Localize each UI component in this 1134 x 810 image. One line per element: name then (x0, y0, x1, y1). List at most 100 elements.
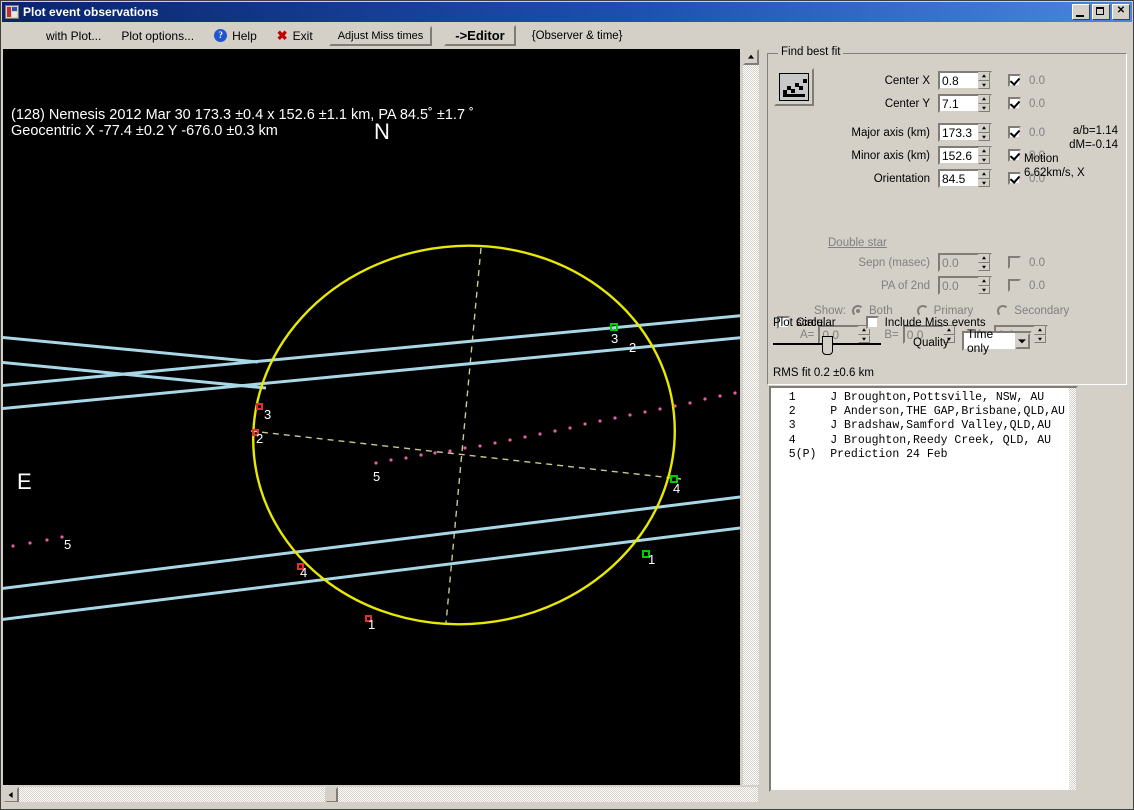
orientation-spinner[interactable] (938, 169, 992, 188)
sepn-input (940, 255, 978, 270)
center-x-spinner[interactable] (938, 71, 992, 90)
quality-label: Quality (913, 337, 949, 349)
minimize-button[interactable] (1072, 4, 1090, 20)
rms-fit-label: RMS fit 0.2 ±0.6 km (773, 367, 874, 379)
status-bar (2, 802, 1132, 808)
menu-help-label: Help (232, 28, 257, 43)
chord-label-3b: 3 (611, 331, 618, 346)
close-button[interactable]: ✕ (1112, 4, 1130, 20)
sepn-error: 0.0 (1029, 256, 1045, 269)
scroll-left-button[interactable] (3, 787, 19, 803)
maximize-button[interactable] (1092, 4, 1110, 20)
observer-time-label: {Observer & time} (531, 29, 623, 42)
plot-scale-label: Plot scale (773, 317, 823, 329)
circular-row: Circular Include Miss events (777, 312, 1117, 333)
observers-listbox[interactable]: 1 J Broughton,Pottsville, NSW, AU 2 P An… (769, 386, 1078, 792)
center-y-up[interactable] (978, 95, 990, 104)
ab-ratio: a/b=1.14 (1072, 125, 1118, 137)
app-icon (5, 5, 19, 19)
center-x-up[interactable] (978, 72, 990, 81)
find-best-fit-label: Find best fit (778, 46, 844, 58)
center-x-down[interactable] (978, 80, 990, 89)
menu-with-plot-label: with Plot... (46, 28, 102, 43)
field-center-x: Center X 0.0 (820, 70, 1120, 91)
sepn-checkbox (1008, 256, 1021, 269)
major-axis-up[interactable] (978, 124, 990, 133)
center-x-error: 0.0 (1029, 74, 1045, 87)
scroll-up-button[interactable] (743, 49, 759, 65)
menu-plot-options[interactable]: Plot options... (111, 24, 204, 48)
minor-axis-up[interactable] (978, 147, 990, 156)
major-axis-down[interactable] (978, 132, 990, 141)
chord-label-4: 4 (673, 481, 680, 496)
minor-axis-input[interactable] (940, 148, 978, 163)
field-sepn: Sepn (masec) 0.0 (780, 252, 1120, 273)
minor-axis-label: Minor axis (km) (851, 149, 930, 162)
minor-axis-down[interactable] (978, 155, 990, 164)
chord-label-2: 2 (256, 431, 263, 446)
menu-exit-label: Exit (292, 28, 313, 43)
plot-area-wrapper: (128) Nemesis 2012 Mar 30 173.3 ±0.4 x 1… (3, 49, 759, 789)
major-axis-checkbox[interactable] (1008, 126, 1021, 139)
chord-label-4b: 4 (300, 565, 307, 580)
major-axis-input[interactable] (940, 125, 978, 140)
occultation-plot[interactable]: (128) Nemesis 2012 Mar 30 173.3 ±0.4 x 1… (3, 49, 740, 785)
editor-button[interactable]: ->Editor (444, 25, 516, 46)
center-x-checkbox[interactable] (1008, 74, 1021, 87)
center-x-label: Center X (884, 74, 930, 87)
orientation-label: Orientation (873, 172, 930, 185)
double-star-title: Double star (828, 237, 887, 249)
plot-canvas: (128) Nemesis 2012 Mar 30 173.3 ±0.4 x 1… (3, 107, 740, 632)
pa-of-2nd-error: 0.0 (1029, 279, 1045, 292)
major-axis-label: Major axis (km) (851, 126, 930, 139)
east-label: E (17, 469, 32, 494)
center-y-checkbox[interactable] (1008, 97, 1021, 110)
center-y-error: 0.0 (1029, 97, 1045, 110)
menu-help[interactable]: ? Help (204, 24, 267, 48)
application-window: Plot event observations ✕ with Plot... P… (0, 0, 1134, 810)
north-label: N (374, 119, 390, 144)
plot-vertical-scrollbar[interactable] (742, 49, 759, 785)
sepn-spinner (938, 253, 992, 272)
minor-axis-spinner[interactable] (938, 146, 992, 165)
center-y-down[interactable] (978, 103, 990, 112)
include-miss-events-checkbox[interactable] (865, 316, 879, 329)
plot-fit-icon (779, 73, 809, 101)
horizontal-scroll-thumb[interactable] (325, 787, 338, 803)
major-axis-spinner[interactable] (938, 123, 992, 142)
menu-exit[interactable]: ✖ Exit (267, 24, 323, 48)
chord-label-1b: 1 (368, 617, 375, 632)
center-y-input[interactable] (940, 96, 978, 111)
dm-value: dM=-0.14 (1069, 139, 1118, 151)
chevron-down-icon[interactable] (1014, 333, 1030, 349)
window-controls: ✕ (1072, 4, 1130, 20)
quality-dropdown[interactable]: Time only (962, 327, 1032, 355)
chord-label-2b: 2 (629, 340, 636, 355)
center-y-spinner[interactable] (938, 94, 992, 113)
chord-label-1: 1 (648, 552, 655, 567)
plot-fit-icon-button[interactable] (774, 68, 814, 106)
orientation-checkbox[interactable] (1008, 172, 1021, 185)
observers-scrollbar[interactable] (1069, 388, 1076, 790)
orientation-up[interactable] (978, 170, 990, 179)
pa-of-2nd-spinner (938, 276, 992, 295)
center-x-input[interactable] (940, 73, 978, 88)
orientation-input[interactable] (940, 171, 978, 186)
controls-panel: Find best fit Center X 0.0 (763, 46, 1132, 804)
chord-lines (3, 314, 740, 621)
menu-with-plot[interactable]: with Plot... (36, 24, 111, 48)
miss-label-5b: 5 (64, 537, 71, 552)
minor-axis-checkbox[interactable] (1008, 149, 1021, 162)
close-x-icon: ✖ (276, 28, 288, 43)
chord-label-3: 3 (264, 407, 271, 422)
orientation-down[interactable] (978, 178, 990, 187)
help-icon: ? (214, 29, 228, 42)
pa-of-2nd-label: PA of 2nd (880, 279, 930, 292)
motion-value: 6.62km/s, X (1024, 167, 1085, 179)
plot-scale-thumb[interactable] (822, 336, 833, 355)
plot-scale-slider[interactable] (773, 336, 881, 355)
field-center-y: Center Y 0.0 (820, 93, 1120, 114)
motion-label: Motion (1024, 153, 1059, 165)
adjust-miss-times-button[interactable]: Adjust Miss times (328, 25, 433, 46)
miss-label-5: 5 (373, 469, 380, 484)
